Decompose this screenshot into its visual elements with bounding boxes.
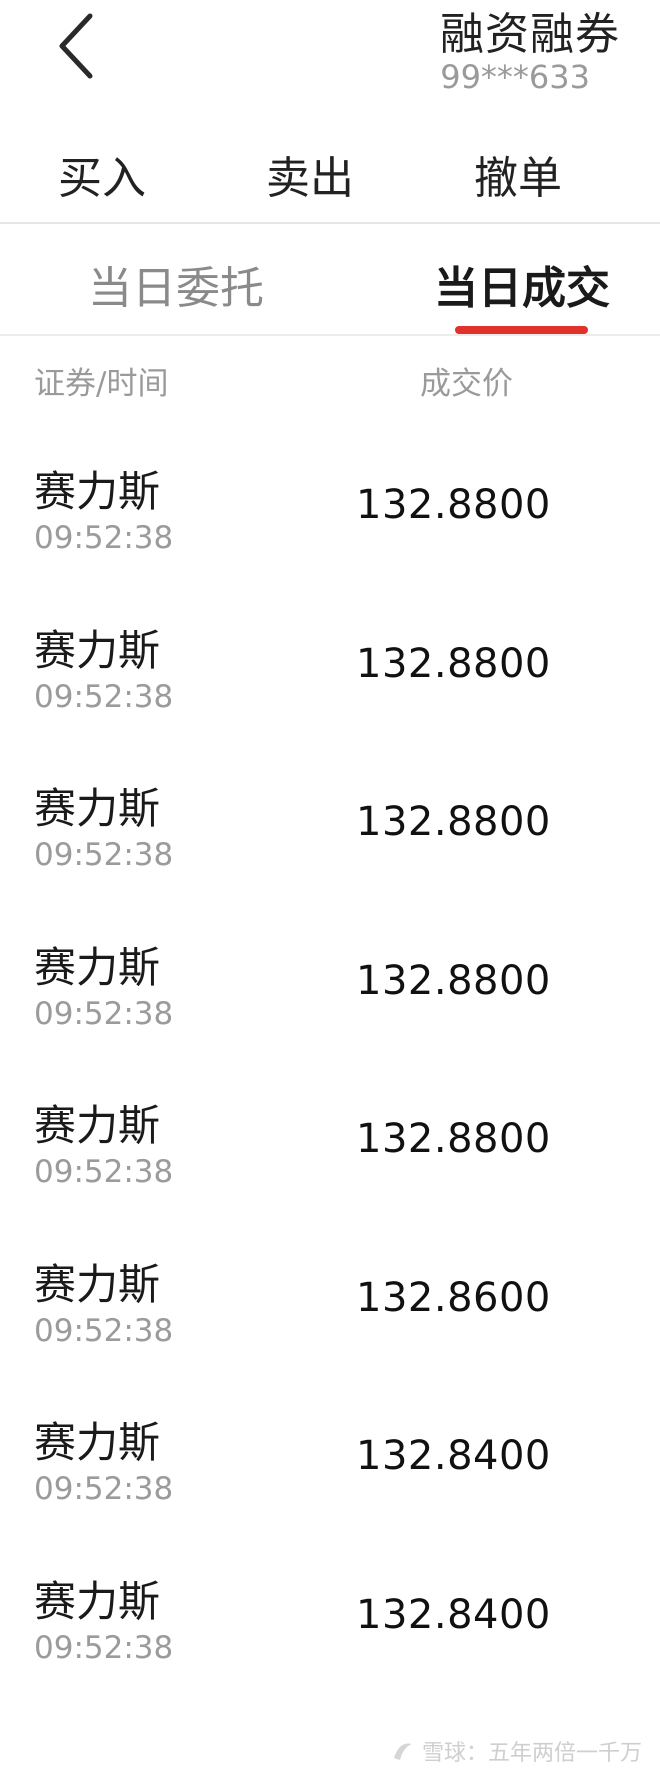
row-time: 09:52:38 [34,678,174,715]
row-time: 09:52:38 [34,1629,174,1666]
tab-today-orders[interactable]: 当日委托 [88,252,264,316]
row-price: 132.8400 [356,1591,551,1638]
table-row[interactable]: 赛力斯 09:52:38 132.8800 [0,916,660,1075]
row-security-name: 赛力斯 [34,784,161,833]
tab-today-trades[interactable]: 当日成交 [434,252,610,316]
row-time: 09:52:38 [34,837,174,873]
chevron-left-icon [59,13,93,79]
row-price: 132.8800 [356,1116,551,1162]
row-price: 132.8600 [356,1274,551,1321]
row-time: 09:52:38 [34,995,174,1032]
row-price: 132.8800 [356,799,551,845]
buy-button[interactable]: 买入 [58,142,146,206]
back-button[interactable] [52,6,112,84]
table-row[interactable]: 赛力斯 09:52:38 132.8800 [0,757,660,916]
row-price: 132.8800 [356,482,551,528]
row-price: 132.8800 [356,957,551,1004]
page-title: 融资融券 [440,9,620,60]
row-time: 09:52:38 [34,1312,174,1349]
row-time: 09:52:38 [34,1154,174,1190]
row-time: 09:52:38 [34,520,174,556]
row-security-name: 赛力斯 [34,467,161,516]
row-price: 132.8800 [356,640,551,687]
trade-list: 赛力斯 09:52:38 132.8800 赛力斯 09:52:38 132.8… [0,440,660,1708]
header: 融资融券 99***633 [0,0,660,108]
table-row[interactable]: 赛力斯 09:52:38 132.8800 [0,1074,660,1233]
account-number: 99***633 [440,58,590,96]
table-row[interactable]: 赛力斯 09:52:38 132.8800 [0,440,660,599]
row-security-name: 赛力斯 [34,625,161,675]
column-header-security-time: 证券/时间 [34,366,169,402]
row-security-name: 赛力斯 [34,1576,161,1626]
table-row[interactable]: 赛力斯 09:52:38 132.8600 [0,1233,660,1392]
watermark: 雪球：五年两倍一千万 [390,1735,642,1767]
watermark-text: 雪球：五年两倍一千万 [421,1741,642,1766]
row-security-name: 赛力斯 [34,1418,161,1467]
column-header-price: 成交价 [420,366,513,402]
active-tab-indicator [455,326,588,334]
table-row[interactable]: 赛力斯 09:52:38 132.8400 [0,1550,660,1709]
tab-bar: 当日委托 当日成交 [0,224,660,336]
cancel-order-button[interactable]: 撤单 [474,142,562,206]
row-security-name: 赛力斯 [34,1101,161,1150]
sell-button[interactable]: 卖出 [266,142,354,206]
row-price: 132.8400 [356,1433,551,1479]
table-row[interactable]: 赛力斯 09:52:38 132.8800 [0,599,660,758]
snowball-logo-icon [393,1743,412,1760]
table-row[interactable]: 赛力斯 09:52:38 132.8400 [0,1391,660,1550]
action-bar: 买入 卖出 撤单 [0,118,660,224]
row-time: 09:52:38 [34,1471,174,1507]
row-security-name: 赛力斯 [34,1259,161,1309]
row-security-name: 赛力斯 [34,942,161,992]
